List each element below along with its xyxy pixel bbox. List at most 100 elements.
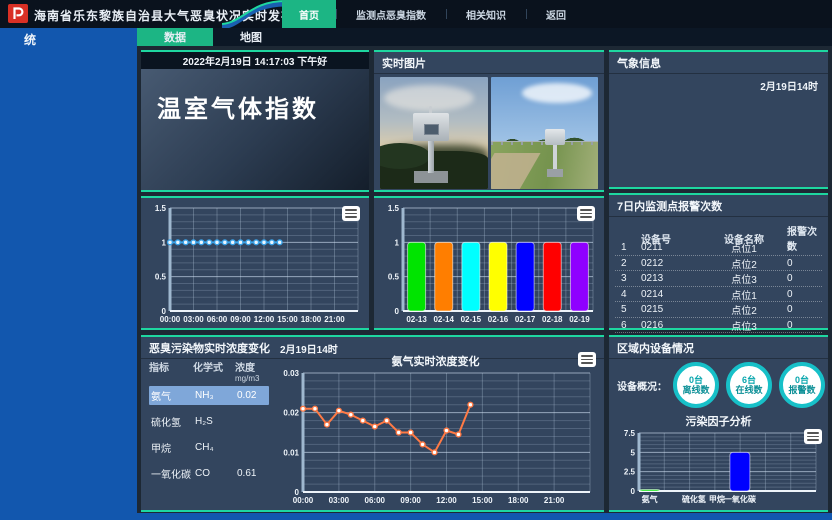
svg-text:21:00: 21:00 [544, 496, 565, 505]
pollutant-row-ch4[interactable]: 甲烷 CH₄ [149, 438, 269, 457]
weather-time: 2月19日14时 [609, 74, 828, 97]
svg-text:1: 1 [162, 238, 167, 247]
photos-panel-title: 实时图片 [374, 52, 604, 74]
device-overview-label: 设备概况： [609, 378, 673, 393]
top-title-bar: 海南省乐东黎族自治县大气恶臭状况实时发布系 首页 监测点恶臭指数 相关知识 返回 [0, 0, 832, 28]
alarm-table: 设备号 设备名称 报警次数 10211 点位10 20212 点位20 3021… [609, 217, 828, 333]
svg-text:7.5: 7.5 [624, 429, 636, 438]
chart-toolbox-icon[interactable] [577, 206, 595, 221]
svg-text:1.5: 1.5 [388, 204, 400, 213]
pollutant-unit: mg/m3 [149, 374, 269, 383]
pollutants-panel-title: 恶臭污染物实时浓度变化 [149, 340, 270, 356]
app-logo [8, 4, 28, 23]
nav-item-home[interactable]: 首页 [282, 0, 336, 28]
device-stat-circles: 0台 离线数 6台 在线数 0台 报警数 [673, 362, 825, 408]
tab-data[interactable]: 数据 [137, 28, 213, 46]
nav-item-odor-index[interactable]: 监测点恶臭指数 [336, 0, 446, 28]
pollution-factor-chart: 02.557.5氨气硫化氢甲烷一氧化碳 [613, 427, 824, 505]
table-row: 10211 点位10 [615, 240, 822, 256]
online-count-badge: 6台 在线数 [726, 362, 772, 408]
left-sidebar: 统 [0, 28, 137, 520]
svg-text:12:00: 12:00 [436, 496, 457, 505]
table-row: 40214 点位10 [615, 287, 822, 303]
logo-icon [12, 7, 24, 20]
pollutant-table-header: 指标 化学式 浓度 [149, 359, 269, 374]
svg-text:1: 1 [395, 238, 400, 247]
svg-text:0: 0 [631, 487, 636, 496]
greenhouse-index-title: 温室气体指数 [157, 89, 369, 124]
pollutant-table: 指标 化学式 浓度 mg/m3 氨气 NH₃ 0.02 硫化氢 H₂S 甲烷 C… [149, 359, 269, 490]
alarm-counts-panel: 7日内监测点报警次数 设备号 设备名称 报警次数 10211 点位10 2021… [609, 193, 828, 330]
svg-text:00:00: 00:00 [160, 315, 181, 324]
nh3-chart-area: 氨气实时浓度变化 00.010.020.0300:0003:0006:0009:… [273, 353, 598, 506]
pollutant-row-h2s[interactable]: 硫化氢 H₂S [149, 412, 269, 431]
svg-text:5: 5 [631, 448, 636, 457]
svg-text:00:00: 00:00 [293, 496, 314, 505]
svg-text:02-18: 02-18 [542, 315, 563, 324]
nav-item-knowledge[interactable]: 相关知识 [446, 0, 526, 28]
area-devices-panel: 区域内设备情况 设备概况： 0台 离线数 6台 在线数 0台 报警数 污染因子分… [609, 335, 828, 512]
nh3-realtime-chart: 00.010.020.0300:0003:0006:0009:0012:0015… [273, 367, 598, 506]
svg-text:06:00: 06:00 [365, 496, 386, 505]
svg-text:02-13: 02-13 [406, 315, 427, 324]
pollutants-realtime-panel: 恶臭污染物实时浓度变化 2月19日14时 指标 化学式 浓度 mg/m3 氨气 … [141, 335, 604, 512]
svg-text:0.01: 0.01 [283, 448, 299, 457]
svg-text:0.5: 0.5 [155, 273, 167, 282]
offline-count-badge: 0台 离线数 [673, 362, 719, 408]
svg-text:03:00: 03:00 [329, 496, 350, 505]
photo-row [374, 74, 604, 192]
tab-map[interactable]: 地图 [213, 28, 289, 46]
title-wrap-text: 统 [24, 31, 36, 48]
svg-text:02-17: 02-17 [515, 315, 536, 324]
svg-text:02-15: 02-15 [461, 315, 482, 324]
weather-panel-title: 气象信息 [609, 52, 828, 74]
svg-text:2.5: 2.5 [624, 468, 636, 477]
device-overview: 设备概况： 0台 离线数 6台 在线数 0台 报警数 [609, 359, 828, 411]
svg-text:一氧化碳: 一氧化碳 [724, 494, 757, 504]
svg-text:15:00: 15:00 [472, 496, 493, 505]
table-row: 60216 点位30 [615, 318, 822, 334]
station-photo-2 [491, 77, 599, 189]
pollutant-row-nh3[interactable]: 氨气 NH₃ 0.02 [149, 386, 269, 405]
greenhouse-index-chart-panel: 00.511.500:0003:0006:0009:0012:0015:0018… [141, 196, 369, 330]
devices-panel-title: 区域内设备情况 [609, 337, 828, 359]
svg-text:0: 0 [395, 307, 400, 316]
alarm-table-header: 设备号 设备名称 报警次数 [615, 223, 822, 240]
svg-text:02-16: 02-16 [488, 315, 509, 324]
svg-text:氨气: 氨气 [642, 494, 658, 504]
daily-index-chart-panel: 0 0.5 1 1.5 02-13 02-14 02-15 02-16 02-17 02-18 02… [374, 196, 604, 330]
greenhouse-index-panel: 2022年2月19日 14:17:03 下午好 温室气体指数 [141, 50, 369, 192]
view-tabs: 数据 地图 [137, 28, 289, 46]
svg-text:09:00: 09:00 [230, 315, 251, 324]
bottom-accent-strip [137, 513, 832, 520]
svg-text:1.5: 1.5 [155, 204, 167, 213]
svg-text:18:00: 18:00 [508, 496, 529, 505]
chart-toolbox-icon[interactable] [342, 206, 360, 221]
table-row: 20212 点位20 [615, 256, 822, 272]
pollutant-row-co[interactable]: 一氧化碳 CO 0.61 [149, 464, 269, 483]
svg-text:15:00: 15:00 [277, 315, 298, 324]
svg-text:03:00: 03:00 [183, 315, 204, 324]
chart-toolbox-icon[interactable] [804, 429, 822, 444]
svg-text:硫化氢: 硫化氢 [682, 494, 706, 504]
swoosh-decoration [222, 0, 286, 28]
realtime-photos-panel: 实时图片 [374, 50, 604, 192]
chart-toolbox-icon[interactable] [578, 352, 596, 367]
alarm-panel-title: 7日内监测点报警次数 [609, 195, 828, 217]
svg-text:0.03: 0.03 [283, 369, 299, 378]
nav-item-back[interactable]: 返回 [526, 0, 586, 28]
svg-text:02-14: 02-14 [433, 315, 454, 324]
main-nav: 首页 监测点恶臭指数 相关知识 返回 [282, 0, 586, 28]
svg-text:09:00: 09:00 [400, 496, 421, 505]
svg-text:12:00: 12:00 [254, 315, 275, 324]
svg-text:0.5: 0.5 [388, 273, 400, 282]
datetime-bar: 2022年2月19日 14:17:03 下午好 [141, 52, 369, 69]
station-photo-1 [380, 77, 488, 189]
svg-text:0.02: 0.02 [283, 409, 299, 418]
table-row: 50215 点位20 [615, 302, 822, 318]
weather-info-panel: 气象信息 2月19日14时 [609, 50, 828, 189]
alarm-count-badge: 0台 报警数 [779, 362, 825, 408]
svg-text:02-19: 02-19 [569, 315, 590, 324]
svg-text:21:00: 21:00 [324, 315, 345, 324]
svg-text:06:00: 06:00 [207, 315, 228, 324]
